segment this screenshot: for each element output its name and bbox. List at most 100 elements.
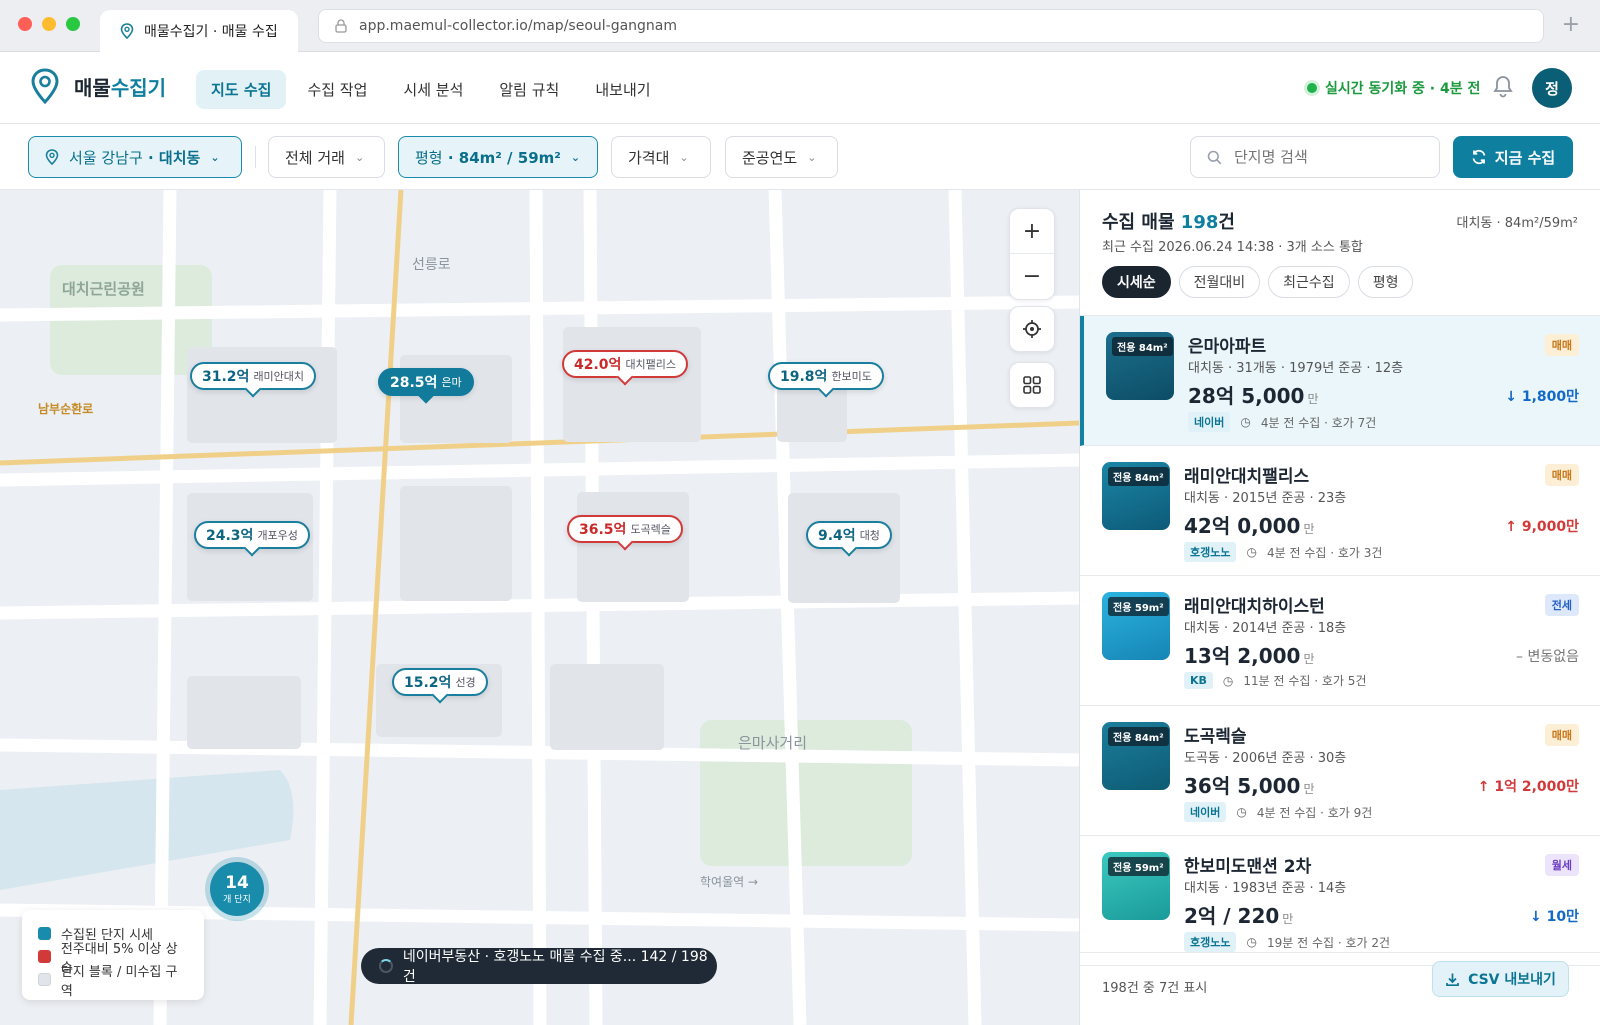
size-filter[interactable]: 평형 · 84m² / 59m² ⌄ — [398, 136, 598, 178]
locate-button[interactable] — [1009, 306, 1055, 352]
nav-map-collect[interactable]: 지도 수집 — [196, 70, 287, 109]
sync-text: 실시간 동기화 중 · 4분 전 — [1325, 81, 1481, 97]
address-bar[interactable]: app.maemul-collector.io/map/seoul-gangna… — [318, 9, 1544, 43]
nav-alert-rules[interactable]: 알림 규칙 — [484, 70, 574, 109]
panel-meta: 대치동 · 84m²/59m² — [1456, 216, 1579, 231]
price-pin-rising[interactable]: 36.5억 도곡렉슬 — [567, 515, 683, 543]
pin-value: 28.5억 — [390, 375, 438, 391]
collect-progress-toast: 네이버부동산 · 호갱노노 매물 수집 중... 142 / 198건 — [361, 948, 717, 985]
map-label-intersection: 은마사거리 — [738, 734, 808, 752]
nav-collect-jobs[interactable]: 수집 작업 — [292, 70, 382, 109]
main-nav: 지도 수집 수집 작업 시세 분석 알림 규칙 내보내기 — [196, 70, 666, 109]
map-label-road: 선릉로 — [412, 257, 451, 273]
price-value: 42억 0,000 — [1184, 514, 1301, 538]
clock-icon: ◷ — [1240, 415, 1251, 429]
region-prefix: 서울 강남구 — [69, 148, 143, 167]
year-filter[interactable]: 준공연도 ⌄ — [725, 136, 838, 178]
cluster-marker[interactable]: 14 개 단지 — [210, 862, 264, 916]
size-badge: 전용 59m² — [1108, 857, 1169, 876]
listing-thumbnail: 전용 84m² — [1106, 332, 1174, 400]
region-filter[interactable]: 서울 강남구 · 대치동 ⌄ — [28, 136, 242, 178]
zoom-in-button[interactable]: + — [1010, 209, 1054, 254]
collect-now-button[interactable]: 지금 수집 — [1453, 136, 1573, 178]
listing-price: 28억 5,000 만 — [1188, 380, 1319, 409]
listing-item[interactable]: 전용 59m² 래미안대치하이스턴 대치동 · 2014년 준공 · 18층 1… — [1080, 576, 1600, 706]
source-meta: 19분 전 수집 · 호가 2건 — [1266, 935, 1391, 950]
price-pin[interactable]: 19.8억 한보미도 — [768, 362, 884, 390]
nav-export[interactable]: 내보내기 — [580, 70, 665, 109]
pin-value: 15.2억 — [404, 675, 452, 691]
listing-source: KB ◷ 11분 전 수집 · 호가 5건 — [1184, 672, 1366, 689]
map-view[interactable]: 대치근린공원 선릉로 남부순환로 은마사거리 학여울역 → 31.2억 래미안대치… — [0, 190, 1079, 1025]
listing-source: 호갱노노 ◷ 4분 전 수집 · 호가 3건 — [1184, 542, 1382, 562]
price-unit: 만 — [1303, 782, 1315, 796]
price-pin[interactable]: 15.2억 선경 — [392, 668, 488, 696]
pin-name: 개포우성 — [257, 529, 298, 542]
pin-name: 선경 — [455, 676, 476, 689]
collect-now-label: 지금 수집 — [1494, 148, 1556, 167]
notification-bell-icon[interactable] — [1492, 74, 1514, 102]
panel-footer: 198건 중 7건 표시 CSV 내보내기 — [1080, 952, 1600, 1025]
pin-name: 래미안대치 — [253, 370, 305, 383]
map-pin-icon — [45, 149, 59, 165]
price-filter[interactable]: 가격대 ⌄ — [611, 136, 711, 178]
listing-item[interactable]: 전용 84m² 래미안대치팰리스 대치동 · 2015년 준공 · 23층 42… — [1080, 446, 1600, 576]
listing-item[interactable]: 전용 59m² 한보미도맨션 2차 대치동 · 1983년 준공 · 14층 2… — [1080, 836, 1600, 966]
price-label: 가격대 — [628, 148, 670, 167]
pin-name: 한보미도 — [831, 370, 872, 383]
deal-type-filter[interactable]: 전체 거래 ⌄ — [268, 136, 385, 178]
sort-price[interactable]: 시세순 — [1102, 266, 1171, 298]
price-change: ↓ 10만 — [1530, 909, 1579, 925]
close-window-button[interactable] — [18, 17, 32, 31]
sort-size[interactable]: 평형 — [1357, 266, 1414, 298]
listing-name: 한보미도맨션 2차 — [1184, 857, 1312, 877]
cluster-unit: 개 단지 — [223, 894, 251, 905]
app-logo[interactable]: 매물수집기 — [30, 68, 166, 104]
price-pin[interactable]: 9.4억 대청 — [806, 521, 892, 549]
sync-dot-icon — [1307, 83, 1317, 93]
map-label-road-2: 남부순환로 — [38, 402, 94, 416]
complex-search[interactable] — [1190, 136, 1440, 178]
listing-item[interactable]: 전용 84m² 은마아파트 대치동 · 31개동 · 1979년 준공 · 12… — [1080, 316, 1600, 446]
user-avatar[interactable]: 정 — [1532, 68, 1572, 108]
listing-price: 2억 / 220 만 — [1184, 900, 1293, 929]
minimize-window-button[interactable] — [42, 17, 56, 31]
price-value: 36억 5,000 — [1184, 774, 1301, 798]
year-label: 준공연도 — [742, 148, 798, 167]
sort-mom[interactable]: 전월대비 — [1178, 266, 1261, 298]
search-input[interactable] — [1234, 148, 1424, 166]
new-tab-button[interactable]: + — [1562, 12, 1580, 37]
chevron-down-icon: ⌄ — [679, 150, 689, 164]
listing-item[interactable]: 전용 84m² 도곡렉슬 도곡동 · 2006년 준공 · 30층 36억 5,… — [1080, 706, 1600, 836]
price-unit: 만 — [1303, 652, 1315, 666]
zoom-out-button[interactable]: − — [1010, 254, 1054, 299]
listing-name: 은마아파트 — [1188, 337, 1267, 357]
price-pin[interactable]: 31.2억 래미안대치 — [190, 362, 317, 390]
layers-button[interactable] — [1009, 362, 1055, 408]
toast-text: 네이버부동산 · 호갱노노 매물 수집 중... 142 / 198건 — [402, 949, 708, 985]
size-badge: 전용 84m² — [1108, 467, 1169, 486]
listing-desc: 도곡동 · 2006년 준공 · 30층 — [1184, 751, 1347, 766]
pin-value: 42.0억 — [574, 357, 622, 373]
maximize-window-button[interactable] — [66, 17, 80, 31]
price-unit: 만 — [1307, 392, 1319, 406]
price-pin[interactable]: 24.3억 개포우성 — [194, 521, 310, 549]
browser-tab[interactable]: 매물수집기 · 매물 수집 — [100, 10, 298, 52]
source-badge: 호갱노노 — [1184, 542, 1237, 562]
browser-chrome: 매물수집기 · 매물 수집 app.maemul-collector.io/ma… — [0, 0, 1600, 52]
pin-value: 9.4억 — [818, 528, 856, 544]
nav-price-analysis[interactable]: 시세 분석 — [388, 70, 478, 109]
csv-export-button[interactable]: CSV 내보내기 — [1432, 961, 1569, 997]
source-badge: KB — [1184, 672, 1213, 689]
chevron-down-icon: ⌄ — [807, 150, 817, 164]
refresh-icon — [1472, 149, 1486, 165]
app-header: 매물수집기 지도 수집 수집 작업 시세 분석 알림 규칙 내보내기 실시간 동… — [0, 52, 1600, 124]
map-legend: 수집된 단지 시세 전주대비 5% 이상 상승 단지 블록 / 미수집 구역 — [22, 910, 204, 1000]
price-pin-selected[interactable]: 28.5억 은마 — [378, 368, 474, 396]
legend-swatch — [38, 927, 51, 940]
deal-type-badge: 월세 — [1544, 854, 1579, 876]
price-pin-rising[interactable]: 42.0억 대치팰리스 — [562, 350, 689, 378]
panel-title-prefix: 수집 매물 — [1102, 212, 1175, 233]
sort-recent[interactable]: 최근수집 — [1268, 266, 1350, 298]
price-unit: 만 — [1303, 522, 1315, 536]
